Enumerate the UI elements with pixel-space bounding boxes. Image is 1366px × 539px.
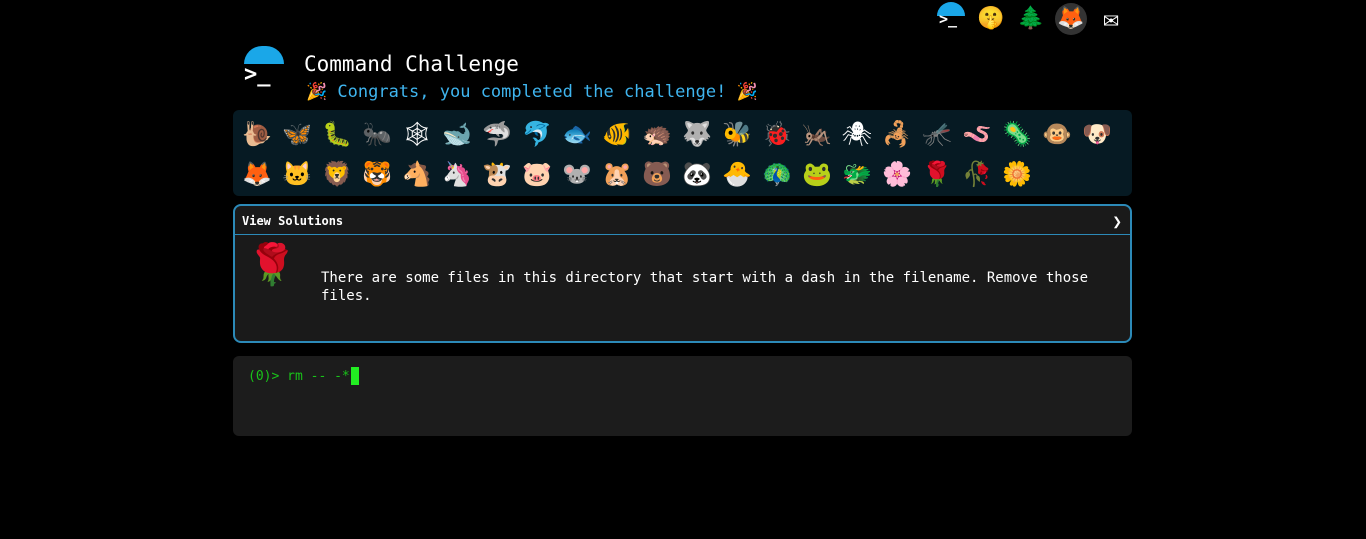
challenge-emoji-icon[interactable]: 🐹	[597, 154, 637, 194]
terminal[interactable]: (0)> rm -- -*	[233, 356, 1132, 436]
challenge-emoji-icon[interactable]: 🐝	[717, 114, 757, 154]
completed-challenges-panel: 🐌 🦋 🐛 🐜 🕸 🐋 🦈 🐬 🐟 🐠 🦔 🐺 🐝 🐞 🦗 🕷 🦂 🦟 🪱 🦠 🐵 🐶 🦊 🐱 🦁 🐯 🐴 🦄 🐮 🐷 🐭 🐹 🐻 🐼 🐣 🦚 🐸 🐲 🌸 🌹…	[233, 110, 1132, 196]
challenge-emoji-icon[interactable]: 🐺	[677, 114, 717, 154]
challenge-emoji-icon[interactable]: 🐬	[517, 114, 557, 154]
logo-prompt-glyph: >_	[244, 62, 271, 87]
challenge-description: There are some files in this directory t…	[321, 270, 1089, 304]
challenge-emoji-icon[interactable]: 🦟	[917, 114, 957, 154]
challenge-emoji-icon[interactable]: 🐱	[277, 154, 317, 194]
challenge-emoji-icon[interactable]: 🦚	[757, 154, 797, 194]
challenge-emoji-icon[interactable]: 🥀	[957, 154, 997, 194]
terminal-cursor	[350, 367, 359, 385]
challenge-emoji-icon[interactable]: 🐵	[1037, 114, 1077, 154]
challenge-body: 🌹 There are some files in this directory…	[235, 235, 1130, 339]
challenge-emoji-icon[interactable]: 🦊	[237, 154, 277, 194]
challenge-emoji-icon[interactable]: 🐷	[517, 154, 557, 194]
rose-icon: 🌹	[247, 242, 297, 288]
emoji-grid: 🐌 🦋 🐛 🐜 🕸 🐋 🦈 🐬 🐟 🐠 🦔 🐺 🐝 🐞 🦗 🕷 🦂 🦟 🪱 🦠 🐵 🐶 🦊 🐱 🦁 🐯 🐴 🦄 🐮 🐷 🐭 🐹 🐻 🐼 🐣 🦚 🐸 🐲 🌸 🌹…	[233, 110, 1127, 194]
challenge-emoji-icon[interactable]: 🦔	[637, 114, 677, 154]
gitlab-icon: 🦊	[1055, 3, 1087, 35]
chevron-right-icon: ❯	[1112, 212, 1122, 231]
challenge-emoji-icon[interactable]: 🐴	[397, 154, 437, 194]
solutions-panel: View Solutions ❯ 🌹 There are some files …	[233, 204, 1132, 343]
view-solutions-label: View Solutions	[242, 214, 344, 228]
view-solutions-toggle[interactable]: View Solutions ❯	[235, 206, 1130, 235]
challenge-emoji-icon[interactable]: 🐟	[557, 114, 597, 154]
challenge-emoji-icon[interactable]: 🐲	[837, 154, 877, 194]
terminal-prompt: (0)>	[248, 368, 288, 384]
top-nav: >_ 🤫 🌲 🦊 ✉	[934, 2, 1128, 36]
page-title: Command Challenge	[304, 52, 519, 76]
challenge-emoji-icon[interactable]: 🦂	[877, 114, 917, 154]
challenge-emoji-icon[interactable]: 🐌	[237, 114, 277, 154]
challenge-emoji-icon[interactable]: 🕸	[397, 114, 437, 154]
gitlab-icon-wrap[interactable]: 🦊	[1054, 2, 1088, 36]
challenge-emoji-icon[interactable]: 🦁	[317, 154, 357, 194]
challenge-emoji-icon[interactable]: 🦄	[437, 154, 477, 194]
terminal-command[interactable]: rm -- -*	[287, 369, 350, 384]
challenge-emoji-icon[interactable]: 🐮	[477, 154, 517, 194]
challenge-emoji-icon[interactable]: 🐋	[437, 114, 477, 154]
challenge-emoji-icon[interactable]: 🌸	[877, 154, 917, 194]
challenge-emoji-icon[interactable]: 🦗	[797, 114, 837, 154]
congrats-message: 🎉 Congrats, you completed the challenge!…	[306, 82, 758, 102]
challenge-emoji-icon[interactable]: 🪱	[957, 114, 997, 154]
header: >_ Command Challenge 🎉 Congrats, you com…	[236, 46, 1132, 106]
prompt-glyph: >_	[939, 10, 958, 28]
challenge-emoji-icon[interactable]: 🐜	[357, 114, 397, 154]
challenge-emoji-icon[interactable]: 🌼	[997, 154, 1037, 194]
challenge-emoji-icon[interactable]: 🐯	[357, 154, 397, 194]
commandchallenge-icon[interactable]: >_	[934, 2, 968, 36]
site-logo[interactable]: >_	[238, 46, 290, 98]
challenge-emoji-icon[interactable]: 🌹	[917, 154, 957, 194]
terminal-line: (0)> rm -- -*	[248, 367, 359, 385]
challenge-emoji-icon[interactable]: 🐛	[317, 114, 357, 154]
challenge-emoji-icon[interactable]: 🐞	[757, 114, 797, 154]
challenge-emoji-icon[interactable]: 🐻	[637, 154, 677, 194]
challenge-emoji-icon[interactable]: 🦈	[477, 114, 517, 154]
challenge-emoji-icon[interactable]: 🐼	[677, 154, 717, 194]
shushing-face-icon[interactable]: 🤫	[974, 2, 1008, 36]
challenge-emoji-icon[interactable]: 🦠	[997, 114, 1037, 154]
envelope-icon[interactable]: ✉	[1094, 2, 1128, 36]
challenge-emoji-icon[interactable]: 🐸	[797, 154, 837, 194]
challenge-emoji-icon[interactable]: 🐠	[597, 114, 637, 154]
challenge-emoji-icon[interactable]: 🐶	[1077, 114, 1117, 154]
tree-icon[interactable]: 🌲	[1014, 2, 1048, 36]
challenge-emoji-icon[interactable]: 🐭	[557, 154, 597, 194]
challenge-emoji-icon[interactable]: 🦋	[277, 114, 317, 154]
challenge-emoji-icon[interactable]: 🐣	[717, 154, 757, 194]
challenge-emoji-icon[interactable]: 🕷	[837, 114, 877, 154]
